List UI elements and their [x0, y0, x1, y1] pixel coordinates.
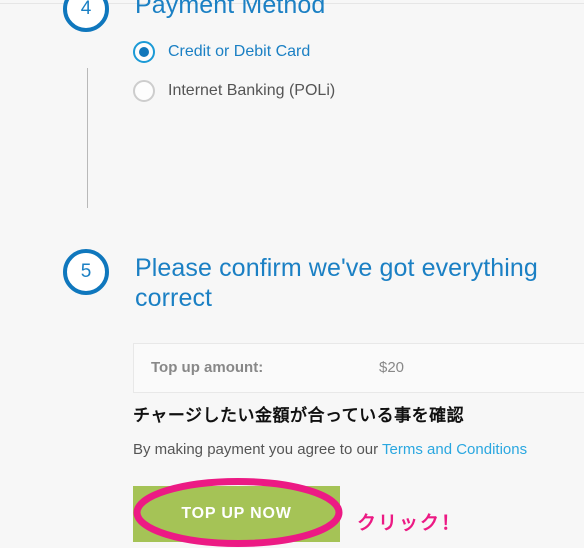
annotation-click-here: クリック！ [357, 512, 463, 534]
step-4-heading: Payment Method [135, 0, 326, 19]
top-up-now-button[interactable]: TOP UP NOW [133, 486, 340, 542]
step-5-heading: Please confirm we've got everything corr… [135, 254, 538, 312]
terms-agreement-line: By making payment you agree to our Terms… [133, 441, 527, 458]
terms-prefix-text: By making payment you agree to our [133, 441, 383, 458]
top-up-amount-label: Top up amount: [151, 359, 264, 376]
payment-option-internet-banking[interactable]: Internet Banking (POLi) [133, 80, 335, 102]
radio-internet-banking-icon[interactable] [133, 80, 155, 102]
payment-option-credit-card[interactable]: Credit or Debit Card [133, 41, 310, 63]
checkout-page: 4 Payment Method Credit or Debit Card In… [0, 0, 584, 548]
order-summary-box: Top up amount: $20 [133, 343, 584, 393]
step-4-number-badge: 4 [63, 0, 109, 32]
step-5-number-badge: 5 [63, 249, 109, 295]
payment-option-credit-card-label: Credit or Debit Card [168, 43, 311, 60]
step-connector-line [87, 68, 88, 208]
annotation-confirm-amount: チャージしたい金額が合っている事を確認 [133, 406, 465, 426]
payment-option-internet-banking-label: Internet Banking (POLi) [168, 82, 336, 99]
radio-credit-card-icon[interactable] [133, 41, 155, 63]
terms-and-conditions-link[interactable]: Terms and Conditions [382, 441, 527, 458]
top-up-amount-value: $20 [379, 359, 405, 376]
